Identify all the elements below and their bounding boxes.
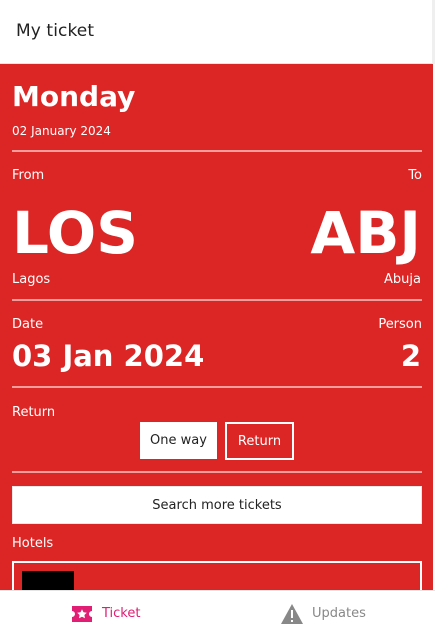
ticket-date-full: 02 January 2024 <box>12 124 111 138</box>
travel-date: 03 Jan 2024 <box>12 339 205 373</box>
origin-code: LOS <box>12 199 138 267</box>
hotel-thumbnail <box>22 571 74 590</box>
ticket-star-icon <box>72 605 92 622</box>
app-header: My ticket <box>0 0 435 64</box>
ticket-panel: Monday 02 January 2024 From To LOS ABJ L… <box>0 64 433 590</box>
app-root: My ticket Monday 02 January 2024 From To… <box>0 0 435 635</box>
one-way-button[interactable]: One way <box>140 422 217 459</box>
divider <box>12 386 422 388</box>
nav-tab-updates[interactable]: Updates <box>280 591 366 635</box>
hotel-card[interactable] <box>12 561 422 590</box>
warning-triangle-icon <box>281 603 303 624</box>
person-label: Person <box>378 317 422 332</box>
date-label: Date <box>12 317 44 332</box>
divider <box>12 150 422 152</box>
search-more-tickets-button[interactable]: Search more tickets <box>12 486 422 524</box>
ticket-day: Monday <box>12 80 136 113</box>
from-label: From <box>12 168 45 183</box>
return-button[interactable]: Return <box>225 422 294 460</box>
nav-label-ticket: Ticket <box>102 606 141 621</box>
divider <box>12 471 422 473</box>
to-label: To <box>408 168 422 183</box>
destination-city: Abuja <box>384 272 421 287</box>
nav-tab-ticket[interactable]: Ticket <box>70 591 140 635</box>
person-count: 2 <box>400 339 421 373</box>
hotels-label: Hotels <box>12 536 54 551</box>
bottom-nav: Ticket Updates <box>0 590 435 635</box>
nav-label-updates: Updates <box>312 606 366 621</box>
destination-code: ABJ <box>310 199 421 267</box>
origin-city: Lagos <box>12 272 51 287</box>
divider <box>12 299 422 301</box>
return-label: Return <box>12 405 56 420</box>
page-title: My ticket <box>16 21 95 41</box>
